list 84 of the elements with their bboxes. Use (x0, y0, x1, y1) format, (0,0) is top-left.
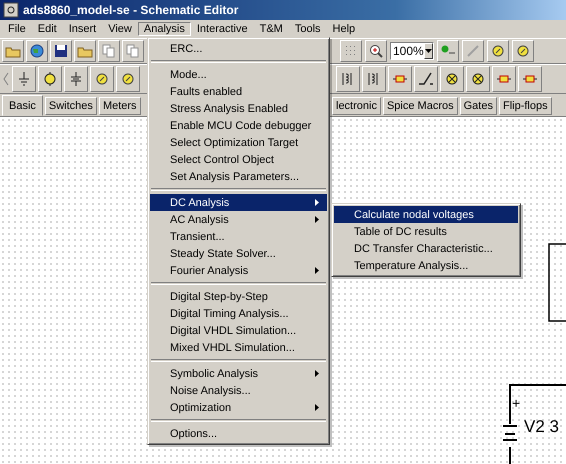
component-tab[interactable]: lectronic (332, 97, 381, 115)
menu-item[interactable]: Noise Analysis... (150, 382, 327, 399)
meter-icon (515, 43, 531, 59)
menu-item[interactable]: Mixed VHDL Simulation... (150, 339, 327, 356)
menu-item[interactable]: Symbolic Analysis (150, 365, 327, 382)
folder-button[interactable] (2, 40, 24, 62)
menu-item[interactable]: Transient... (150, 228, 327, 245)
menu-item[interactable]: Interactive (190, 22, 254, 36)
resistor-button[interactable] (388, 66, 412, 92)
component-tab[interactable]: Flip-flops (498, 97, 552, 115)
menu-item[interactable]: Digital VHDL Simulation... (150, 322, 327, 339)
menu-item[interactable]: DC Analysis (150, 194, 327, 211)
resistor-button[interactable] (518, 66, 542, 92)
menu-item[interactable]: Faults enabled (150, 83, 327, 100)
copy-button[interactable] (98, 40, 120, 62)
meter-button[interactable] (90, 66, 114, 92)
menu-item[interactable]: Help (326, 22, 362, 36)
lamp-icon (470, 71, 486, 87)
switch-icon (418, 71, 434, 87)
folder-button[interactable] (74, 40, 96, 62)
menu-item[interactable]: Calculate nodal voltages (334, 206, 518, 223)
menu-item[interactable]: Stress Analysis Enabled (150, 100, 327, 117)
menu-item[interactable]: AC Analysis (150, 211, 327, 228)
component-tab[interactable]: Meters (98, 97, 141, 115)
battery-icon (68, 71, 84, 87)
source-icon (42, 71, 58, 87)
menu-item[interactable]: Optimization (150, 399, 327, 416)
meter-icon (120, 71, 136, 87)
zoom-icon (368, 43, 384, 59)
copy-icon (101, 43, 117, 59)
ground-icon (16, 71, 32, 87)
zoom-button[interactable] (365, 40, 387, 62)
copy-button[interactable] (122, 40, 144, 62)
menu-item[interactable]: Temperature Analysis... (334, 257, 518, 274)
menu-item[interactable]: Set Analysis Parameters... (150, 168, 327, 185)
menu-item[interactable]: Table of DC results (334, 223, 518, 240)
component-tab[interactable]: Gates (460, 97, 497, 115)
menu-item[interactable]: Select Optimization Target (150, 134, 327, 151)
lamp-icon (444, 71, 460, 87)
component-tab[interactable]: Switches (44, 97, 97, 115)
ground-button[interactable] (12, 66, 36, 92)
menu-item[interactable]: Options... (150, 425, 327, 442)
globe-button[interactable] (26, 40, 48, 62)
menu-item[interactable]: Analysis (138, 22, 191, 36)
menu-item[interactable]: File (2, 22, 32, 36)
menu-item[interactable]: Fourier Analysis (150, 262, 327, 279)
menu-item[interactable]: Digital Timing Analysis... (150, 305, 327, 322)
component-tab[interactable]: Basic (2, 95, 43, 116)
meter-button[interactable] (116, 66, 140, 92)
app-icon (3, 2, 19, 18)
battery-button[interactable] (64, 66, 88, 92)
copy-icon (125, 43, 141, 59)
menu-item[interactable]: Steady State Solver... (150, 245, 327, 262)
source-label: V2 3 (524, 417, 559, 437)
menu-item[interactable]: ERC... (150, 40, 327, 57)
menu-item[interactable]: Mode... (150, 66, 327, 83)
grid-button[interactable] (340, 40, 362, 62)
globe-icon (29, 43, 45, 59)
coil-button[interactable] (336, 66, 360, 92)
menu-item[interactable]: DC Transfer Characteristic... (334, 240, 518, 257)
menu-item[interactable]: Select Control Object (150, 151, 327, 168)
menu-item[interactable]: Digital Step-by-Step (150, 288, 327, 305)
zoom-dropdown[interactable]: 100% (390, 42, 434, 60)
switch-button[interactable] (414, 66, 438, 92)
lamp-button[interactable] (466, 66, 490, 92)
meter-button[interactable] (512, 40, 534, 62)
menu-item[interactable]: Insert (62, 22, 102, 36)
menu-item[interactable]: Edit (32, 22, 63, 36)
meter-icon (94, 71, 110, 87)
window-title: ads8860_model-se - Schematic Editor (23, 3, 238, 17)
caret-icon (424, 49, 432, 53)
menu-item[interactable]: T&M (254, 22, 289, 36)
meter-button[interactable] (487, 40, 509, 62)
resistor-button[interactable] (492, 66, 516, 92)
polarity-label: + (512, 395, 520, 411)
coil-button[interactable] (362, 66, 386, 92)
menu-item[interactable]: View (102, 22, 138, 36)
menu-item[interactable]: Tools (288, 22, 327, 36)
source-button[interactable] (38, 66, 62, 92)
disk-button[interactable] (50, 40, 72, 62)
meter-icon (490, 43, 506, 59)
menu-item[interactable]: Enable MCU Code debugger (150, 117, 327, 134)
component-tab[interactable]: Spice Macros (382, 97, 458, 115)
lamp-button[interactable] (440, 66, 464, 92)
